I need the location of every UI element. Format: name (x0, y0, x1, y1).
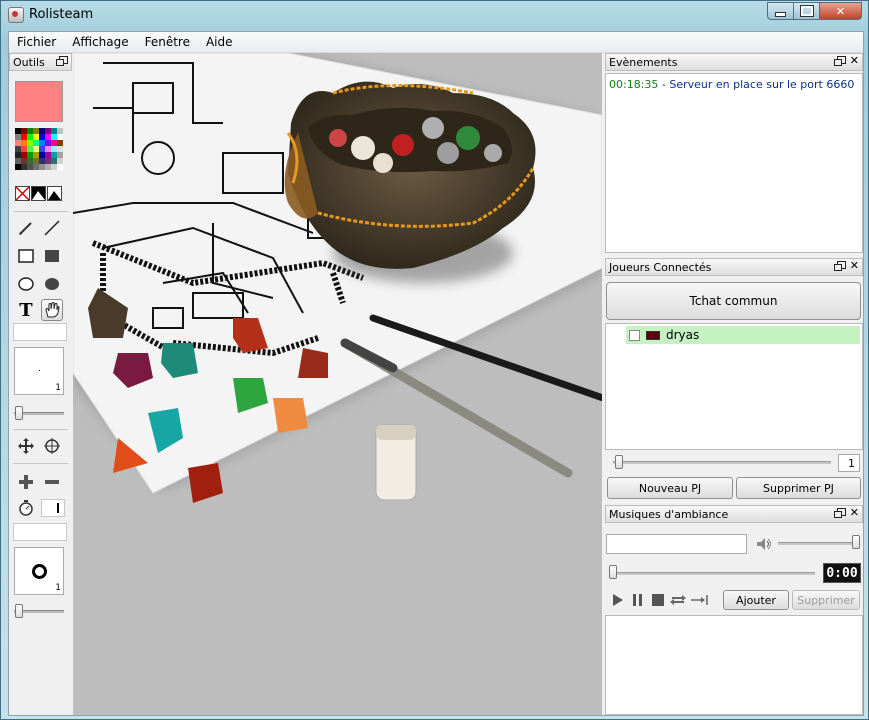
common-chat-button[interactable]: Tchat commun (606, 282, 861, 320)
npc-size-preview: 1 (14, 547, 64, 595)
volume-slider-track (778, 542, 856, 545)
remove-npc-icon[interactable] (41, 471, 63, 493)
players-slider-track (613, 461, 831, 464)
add-track-button[interactable]: Ajouter (723, 590, 789, 610)
players-list[interactable]: dryas (605, 323, 863, 450)
app-window: Rolisteam ✕ Fichier Affichage Fenêtre Ai… (0, 0, 869, 720)
next-track-icon[interactable] (691, 593, 709, 607)
npc-name-input[interactable] (13, 523, 67, 541)
palette-color[interactable] (57, 164, 63, 170)
pen-size-slider[interactable] (15, 406, 23, 420)
delete-pc-button[interactable]: Supprimer PJ (736, 477, 861, 499)
special-colors (15, 186, 62, 201)
empty-rect-icon[interactable] (15, 245, 37, 267)
pencil-icon[interactable] (15, 217, 37, 239)
close-icon[interactable]: ✕ (850, 507, 859, 518)
music-progress-track (610, 572, 815, 575)
players-panel-title-bar: Joueurs Connectés ✕ (605, 258, 863, 276)
target-icon[interactable] (41, 435, 63, 457)
current-color-swatch[interactable] (15, 81, 63, 122)
loop-icon[interactable] (669, 593, 687, 607)
map-canvas[interactable] (73, 53, 602, 715)
stopwatch-icon[interactable] (15, 497, 37, 519)
window-title: Rolisteam (29, 7, 94, 22)
playlist[interactable] (605, 615, 863, 715)
float-icon[interactable] (833, 56, 846, 66)
play-icon[interactable] (611, 593, 625, 607)
volume-slider[interactable] (852, 535, 860, 549)
add-npc-icon[interactable] (15, 471, 37, 493)
map-illustration (73, 53, 602, 503)
float-icon[interactable] (56, 56, 68, 66)
menu-aide[interactable]: Aide (198, 32, 241, 52)
menu-fichier[interactable]: Fichier (9, 32, 64, 52)
unveil-color-icon[interactable] (47, 186, 62, 201)
separator (13, 429, 68, 430)
separator (13, 463, 68, 464)
app-icon (8, 7, 24, 23)
new-pc-button[interactable]: Nouveau PJ (607, 477, 733, 499)
pen-size-preview: 1 (14, 347, 64, 395)
line-icon[interactable] (41, 217, 63, 239)
minimize-button[interactable] (767, 2, 793, 20)
pause-icon[interactable] (631, 593, 645, 607)
player-name: dryas (666, 328, 700, 342)
music-progress-slider[interactable] (609, 565, 617, 579)
stop-icon[interactable] (651, 593, 665, 607)
filled-rect-icon[interactable] (41, 245, 63, 267)
tools-panel-title-bar: Outils (9, 53, 72, 71)
text-tool-input[interactable] (13, 323, 67, 341)
erase-color-icon[interactable] (15, 186, 30, 201)
player-checkbox[interactable] (629, 329, 640, 341)
hide-color-icon[interactable] (31, 186, 46, 201)
maximize-button[interactable] (793, 2, 819, 20)
close-icon[interactable]: ✕ (850, 260, 859, 271)
hand-icon[interactable] (41, 299, 63, 321)
volume-icon[interactable] (753, 533, 775, 555)
text-icon[interactable]: T (15, 299, 37, 321)
title-bar: Rolisteam ✕ (1, 1, 868, 29)
events-panel-title-bar: Evènements ✕ (605, 53, 863, 71)
empty-ellipse-icon[interactable] (15, 273, 37, 295)
separator (13, 211, 68, 212)
events-panel-title: Evènements (609, 56, 678, 69)
float-icon[interactable] (833, 508, 846, 518)
music-panel-title-bar: Musiques d'ambiance ✕ (605, 505, 863, 523)
npc-number-input[interactable] (41, 499, 65, 517)
menu-affichage[interactable]: Affichage (64, 32, 136, 52)
menu-bar: Fichier Affichage Fenêtre Aide (9, 32, 863, 53)
player-color-swatch[interactable] (646, 330, 660, 340)
move-icon[interactable] (15, 435, 37, 457)
music-time-display: 0:00 (823, 563, 861, 583)
players-spinbox[interactable]: 1 (838, 454, 860, 472)
track-title-field[interactable] (606, 534, 747, 554)
filled-ellipse-icon[interactable] (41, 273, 63, 295)
menu-fenetre[interactable]: Fenêtre (137, 32, 198, 52)
tools-panel: Outils T 1 1 (9, 53, 72, 715)
players-panel-title: Joueurs Connectés (609, 261, 712, 274)
close-button[interactable]: ✕ (819, 2, 862, 20)
player-row[interactable]: dryas (626, 326, 860, 344)
float-icon[interactable] (833, 261, 846, 271)
client-area: Fichier Affichage Fenêtre Aide Outils T … (8, 31, 864, 716)
color-palette[interactable] (15, 128, 63, 170)
right-docks: Evènements ✕ 00:18:35 - Serveur en place… (605, 53, 863, 715)
event-entry: 00:18:35 - Serveur en place sur le port … (609, 78, 855, 91)
events-log[interactable]: 00:18:35 - Serveur en place sur le port … (605, 73, 863, 253)
tools-panel-title: Outils (13, 56, 45, 69)
music-panel-title: Musiques d'ambiance (609, 508, 729, 521)
players-slider[interactable] (615, 455, 623, 469)
close-icon[interactable]: ✕ (850, 55, 859, 66)
delete-track-button[interactable]: Supprimer (792, 590, 860, 610)
npc-size-slider[interactable] (15, 604, 23, 618)
music-controls (611, 593, 711, 607)
caption-buttons: ✕ (767, 2, 862, 20)
